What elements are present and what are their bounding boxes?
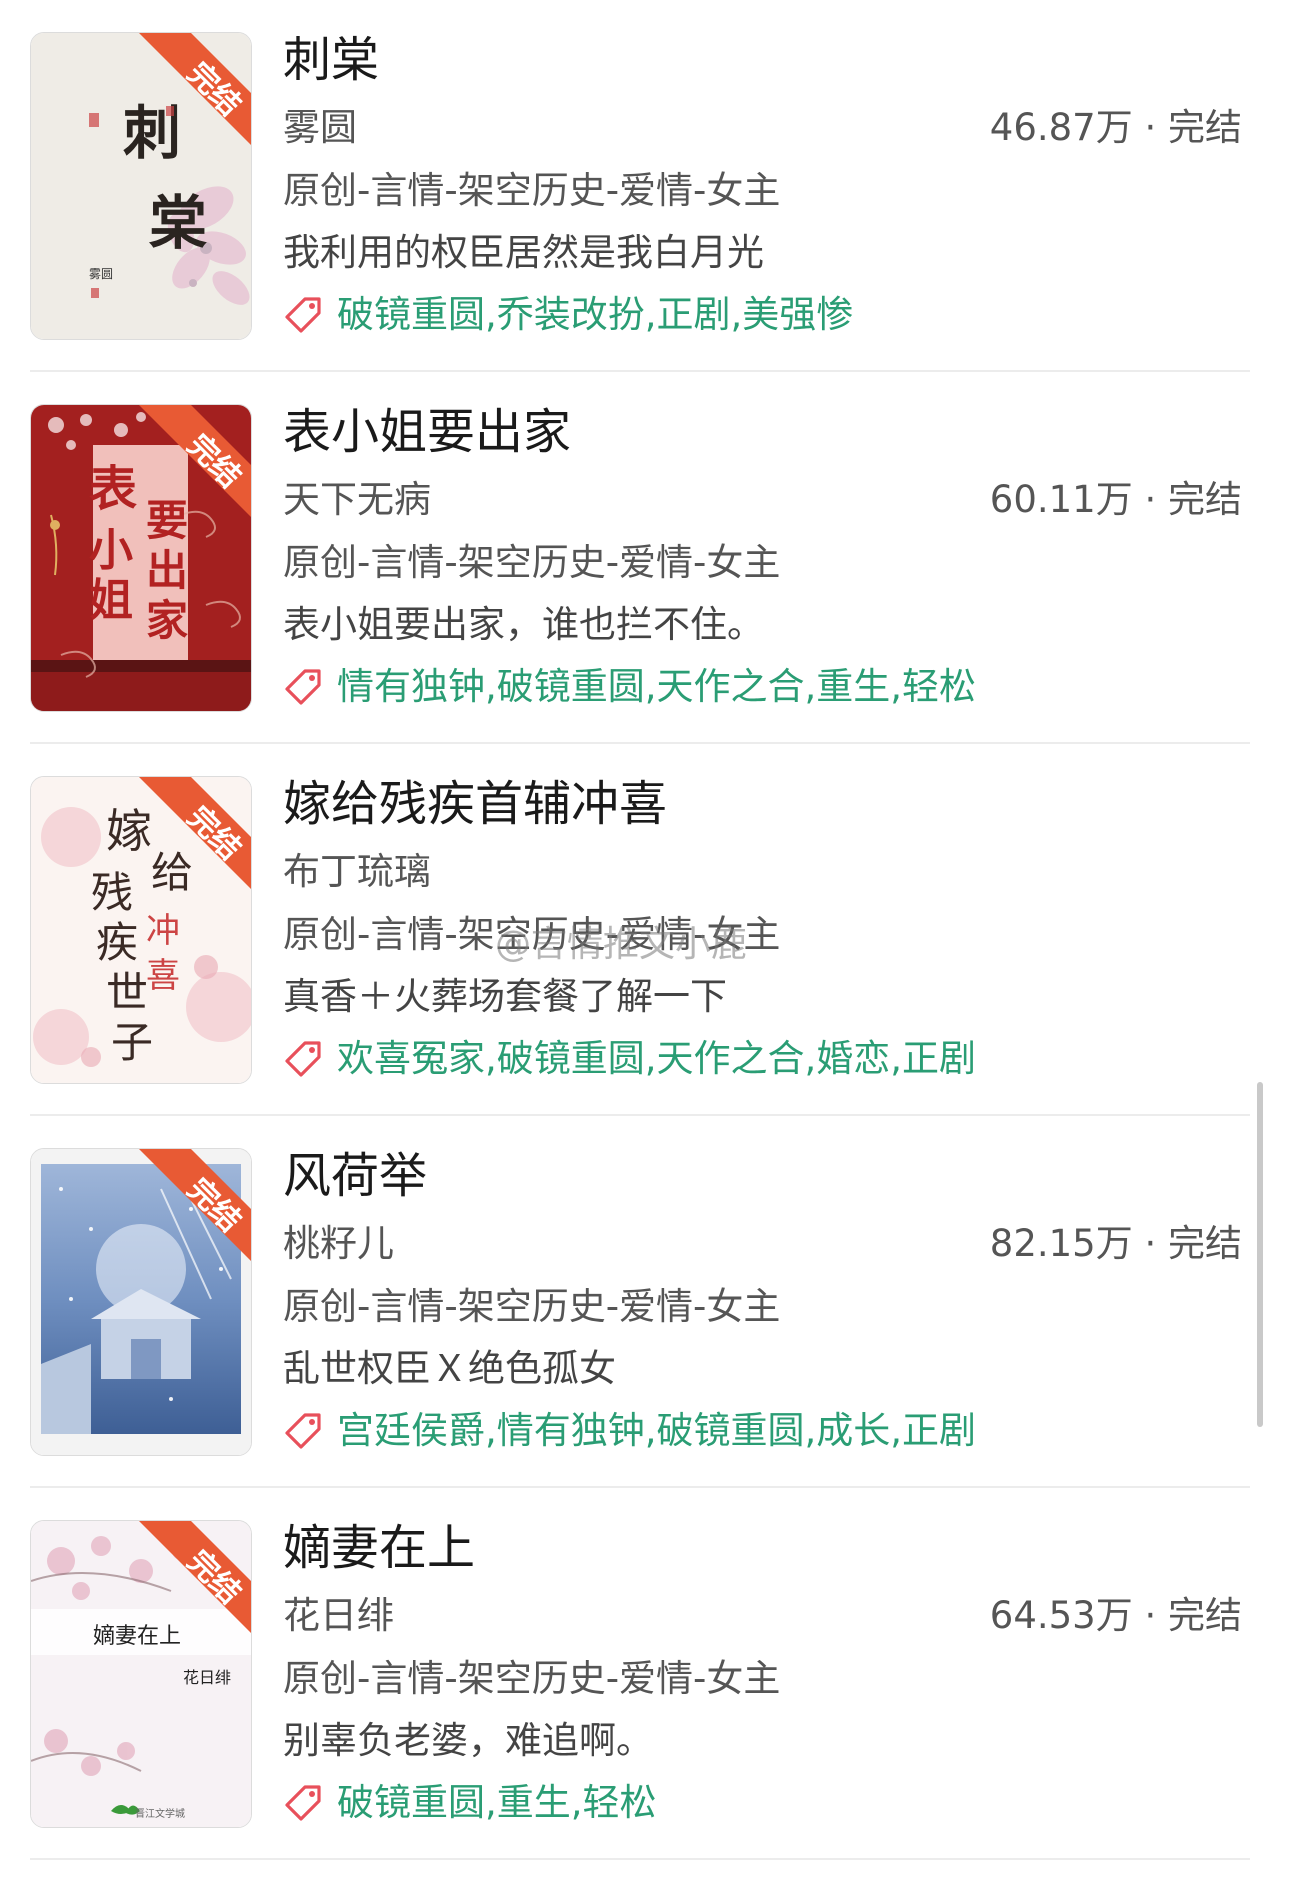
book-cover[interactable]: 嫡妻在上 花日绯 晋江文学城 完结 <box>30 1520 252 1828</box>
book-item[interactable]: 表 小 姐 要 出 家 完结 表小姐要出家 天下无病 60.11万 · 完结 原… <box>0 372 1290 744</box>
cover-author: 花日绯 <box>183 1668 231 1687</box>
book-cover[interactable]: 刺 棠 雾圆 完结 <box>30 32 252 340</box>
cover-title-7: 冲 <box>146 911 180 951</box>
book-tags[interactable]: 宫廷侯爵,情有独钟,破镜重圆,成长,正剧 <box>337 1406 976 1456</box>
cover-publisher: 晋江文学城 <box>135 1807 185 1820</box>
book-tags-row: 情有独钟,破镜重圆,天作之合,重生,轻松 <box>283 662 976 712</box>
book-author[interactable]: 雾圆 <box>283 103 357 153</box>
book-tags-row: 破镜重圆,乔装改扮,正剧,美强惨 <box>283 290 853 340</box>
book-tags[interactable]: 破镜重圆,乔装改扮,正剧,美强惨 <box>337 290 853 340</box>
scrollbar[interactable] <box>1257 1082 1263 1427</box>
book-intro: 表小姐要出家，谁也拦不住。 <box>283 603 764 646</box>
book-tags-row: 破镜重圆,重生,轻松 <box>283 1778 657 1828</box>
price-tag-icon <box>285 1413 321 1449</box>
book-intro: 我利用的权臣居然是我白月光 <box>283 231 764 274</box>
book-title[interactable]: 嫁给残疾首辅冲喜 <box>283 774 667 834</box>
price-tag-icon <box>285 1785 321 1821</box>
book-stats: 64.53万 · 完结 <box>989 1594 1242 1637</box>
cover-title-2: 棠 <box>148 189 207 257</box>
book-cover[interactable]: 表 小 姐 要 出 家 完结 <box>30 404 252 712</box>
book-title[interactable]: 刺棠 <box>283 30 379 90</box>
book-category: 原创-言情-架空历史-爱情-女主 <box>283 913 781 956</box>
book-stats: 46.87万 · 完结 <box>989 106 1242 149</box>
cover-title-6: 家 <box>146 596 188 645</box>
cover-art-4: 完结 <box>31 1149 251 1455</box>
book-intro: 真香＋火葬场套餐了解一下 <box>283 975 727 1018</box>
book-title[interactable]: 表小姐要出家 <box>283 402 571 462</box>
book-item[interactable]: 完结 风荷举 桃籽儿 82.15万 · 完结 原创-言情-架空历史-爱情-女主 … <box>0 1116 1290 1488</box>
book-tags-row: 宫廷侯爵,情有独钟,破镜重圆,成长,正剧 <box>283 1406 976 1456</box>
cover-title-3: 残 <box>91 868 133 917</box>
cover-title-2: 给 <box>151 848 193 897</box>
book-item[interactable]: 嫡妻在上 花日绯 晋江文学城 完结 嫡妻在上 花日绯 64.53万 · 完结 原… <box>0 1488 1290 1860</box>
book-author[interactable]: 布丁琉璃 <box>283 847 431 897</box>
cover-art-5: 嫡妻在上 花日绯 晋江文学城 完结 <box>31 1521 251 1827</box>
book-category: 原创-言情-架空历史-爱情-女主 <box>283 1285 781 1328</box>
book-intro: 乱世权臣Ｘ绝色孤女 <box>283 1347 616 1390</box>
book-category: 原创-言情-架空历史-爱情-女主 <box>283 169 781 212</box>
cover-art-2: 表 小 姐 要 出 家 完结 <box>31 405 251 711</box>
divider <box>30 1858 1250 1860</box>
cover-title-4: 疾 <box>96 918 138 967</box>
book-cover[interactable]: 完结 <box>30 1148 252 1456</box>
cover-art-1: 刺 棠 雾圆 完结 <box>31 33 251 339</box>
cover-art-3: 嫁 给 残 疾 世 子 冲 喜 完结 <box>31 777 251 1083</box>
book-author[interactable]: 桃籽儿 <box>283 1219 394 1269</box>
price-tag-icon <box>285 297 321 333</box>
book-list: 刺 棠 雾圆 完结 刺棠 雾圆 46.87万 · 完结 原创-言情-架空历史-爱… <box>0 0 1290 1899</box>
book-intro: 别辜负老婆，难追啊。 <box>283 1719 653 1762</box>
book-cover[interactable]: 嫁 给 残 疾 世 子 冲 喜 完结 <box>30 776 252 1084</box>
book-item[interactable]: 刺 棠 雾圆 完结 刺棠 雾圆 46.87万 · 完结 原创-言情-架空历史-爱… <box>0 0 1290 372</box>
book-tags[interactable]: 情有独钟,破镜重圆,天作之合,重生,轻松 <box>337 662 976 712</box>
cover-author: 雾圆 <box>89 267 113 281</box>
cover-title-1: 表 <box>89 461 137 517</box>
cover-title: 嫡妻在上 <box>93 1624 181 1649</box>
cover-title-5: 世 <box>106 968 148 1017</box>
cover-title-2: 小 <box>89 525 133 576</box>
cover-title-8: 喜 <box>146 956 180 996</box>
cover-title-4: 要 <box>146 496 188 545</box>
book-item[interactable]: 嫁 给 残 疾 世 子 冲 喜 完结 嫁给残疾首辅冲喜 布丁琉璃 原创-言情-架… <box>0 744 1290 1116</box>
book-category: 原创-言情-架空历史-爱情-女主 <box>283 1657 781 1700</box>
book-title[interactable]: 嫡妻在上 <box>283 1518 475 1578</box>
cover-title-1: 嫁 <box>106 804 152 858</box>
book-tags[interactable]: 破镜重圆,重生,轻松 <box>337 1778 657 1828</box>
cover-title-3: 姐 <box>89 575 133 626</box>
book-author[interactable]: 天下无病 <box>283 475 431 525</box>
book-title[interactable]: 风荷举 <box>283 1146 427 1206</box>
book-stats: 60.11万 · 完结 <box>989 478 1242 521</box>
book-category: 原创-言情-架空历史-爱情-女主 <box>283 541 781 584</box>
book-author[interactable]: 花日绯 <box>283 1591 394 1641</box>
price-tag-icon <box>285 1041 321 1077</box>
price-tag-icon <box>285 669 321 705</box>
book-stats: 82.15万 · 完结 <box>989 1222 1242 1265</box>
book-tags[interactable]: 欢喜冤家,破镜重圆,天作之合,婚恋,正剧 <box>337 1034 976 1084</box>
book-tags-row: 欢喜冤家,破镜重圆,天作之合,婚恋,正剧 <box>283 1034 976 1084</box>
cover-title-5: 出 <box>146 546 188 595</box>
cover-title-6: 子 <box>111 1018 153 1067</box>
